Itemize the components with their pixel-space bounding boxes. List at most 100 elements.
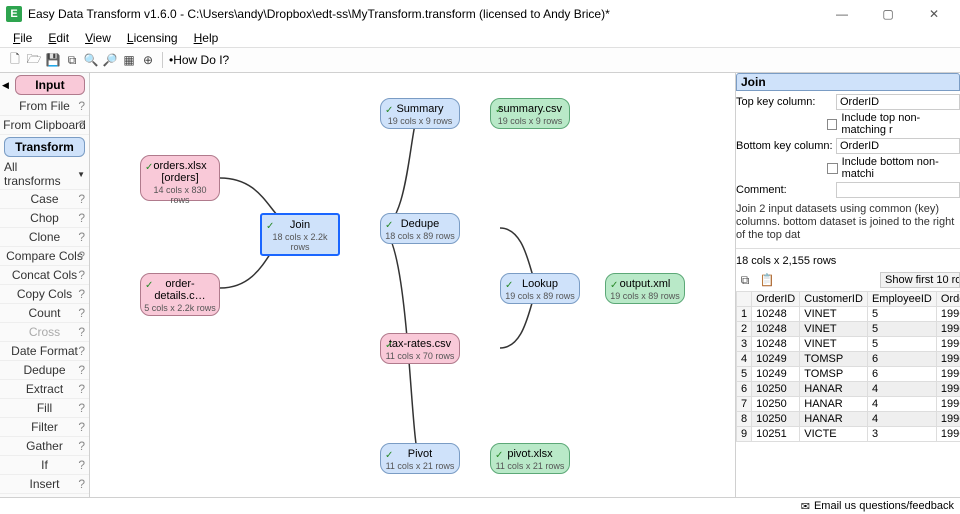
table-cell: 10248	[752, 307, 800, 322]
transform-clone[interactable]: Clone?	[0, 228, 89, 247]
show-first-button[interactable]: Show first 10 ro	[880, 272, 960, 288]
table-row[interactable]: 510249TOMSP61996-07-05	[737, 367, 960, 382]
envelope-icon[interactable]: ✉	[801, 500, 810, 513]
transform-insert[interactable]: Insert?	[0, 475, 89, 494]
comment-field[interactable]	[836, 182, 960, 198]
table-header[interactable]: OrderDate	[936, 292, 960, 307]
node-pivot-xlsx[interactable]: ✓ pivot.xlsx 11 cols x 21 rows	[490, 443, 570, 474]
transform-if[interactable]: If?	[0, 456, 89, 475]
table-cell: 8	[737, 412, 752, 427]
copy-table-icon[interactable]: ⧉	[736, 271, 754, 289]
node-tax-rates[interactable]: ✓ tax-rates.csv 11 cols x 70 rows	[380, 333, 460, 364]
transform-fill[interactable]: Fill?	[0, 399, 89, 418]
transform-dedupe[interactable]: Dedupe?	[0, 361, 89, 380]
menu-edit[interactable]: Edit	[41, 30, 76, 46]
table-cell: 1996-07-08	[936, 412, 960, 427]
node-summary[interactable]: ✓ Summary 19 cols x 9 rows	[380, 98, 460, 129]
paste-table-icon[interactable]: 📋	[758, 271, 776, 289]
check-icon: ✓	[385, 340, 393, 351]
table-header[interactable]: EmployeeID	[867, 292, 936, 307]
transform-filter-dropdown[interactable]: All transforms▼	[0, 159, 89, 190]
zoom-in-icon[interactable]: 🔍	[82, 51, 100, 69]
table-row[interactable]: 310248VINET51996-07-04	[737, 337, 960, 352]
table-cell: 10250	[752, 412, 800, 427]
transform-date-format[interactable]: Date Format?	[0, 342, 89, 361]
table-header[interactable]	[737, 292, 752, 307]
transform-category: Transform	[4, 137, 85, 157]
zoom-out-icon[interactable]: 🔎	[101, 51, 119, 69]
open-file-icon[interactable]: 🗁	[25, 51, 43, 69]
node-dedupe[interactable]: ✓ Dedupe 18 cols x 89 rows	[380, 213, 460, 244]
feedback-link[interactable]: Email us questions/feedback	[814, 500, 954, 512]
menu-file[interactable]: File	[6, 30, 39, 46]
table-row[interactable]: 410249TOMSP61996-07-05	[737, 352, 960, 367]
menu-view[interactable]: View	[78, 30, 118, 46]
preview-table: OrderIDCustomerIDEmployeeIDOrderDate 110…	[736, 291, 960, 442]
check-icon: ✓	[385, 220, 393, 231]
node-order-details[interactable]: ✓ order-details.c… 5 cols x 2.2k rows	[140, 273, 220, 316]
target-icon[interactable]: ⊕	[139, 51, 157, 69]
help-icon[interactable]: ?	[78, 99, 85, 113]
check-icon: ✓	[385, 450, 393, 461]
save-icon[interactable]: 💾	[44, 51, 62, 69]
chevron-down-icon: ▼	[77, 170, 85, 179]
minimize-button[interactable]: ―	[819, 0, 865, 28]
table-row[interactable]: 710250HANAR41996-07-08	[737, 397, 960, 412]
transform-extract[interactable]: Extract?	[0, 380, 89, 399]
transform-intersect[interactable]: Intersect?	[0, 494, 89, 497]
pipeline-canvas[interactable]: ✓ orders.xlsx [orders] 14 cols x 830 row…	[90, 73, 735, 497]
table-cell: 1996-07-08	[936, 382, 960, 397]
check-icon: ✓	[266, 221, 274, 232]
node-summary-csv[interactable]: ✓ summary.csv 19 cols x 9 rows	[490, 98, 570, 129]
transform-chop[interactable]: Chop?	[0, 209, 89, 228]
copy-icon[interactable]: ⧉	[63, 51, 81, 69]
bottom-key-field[interactable]: OrderID	[836, 138, 960, 154]
transform-gather[interactable]: Gather?	[0, 437, 89, 456]
table-row[interactable]: 110248VINET51996-07-04	[737, 307, 960, 322]
maximize-button[interactable]: ▢	[865, 0, 911, 28]
node-pivot[interactable]: ✓ Pivot 11 cols x 21 rows	[380, 443, 460, 474]
check-icon: ✓	[495, 450, 503, 461]
close-button[interactable]: ✕	[911, 0, 957, 28]
node-orders[interactable]: ✓ orders.xlsx [orders] 14 cols x 830 row…	[140, 155, 220, 201]
from-file-item[interactable]: From File?	[0, 97, 89, 116]
node-join[interactable]: ✓ Join 18 cols x 2.2k rows	[260, 213, 340, 256]
table-row[interactable]: 810250HANAR41996-07-08	[737, 412, 960, 427]
table-cell: 10250	[752, 382, 800, 397]
transform-compare-cols[interactable]: Compare Cols?	[0, 247, 89, 266]
inspector-panel: Join Top key column: OrderID Include top…	[735, 73, 960, 497]
table-cell: 7	[737, 397, 752, 412]
help-icon[interactable]: ?	[78, 118, 85, 132]
node-lookup[interactable]: ✓ Lookup 19 cols x 89 rows	[500, 273, 580, 304]
transform-count[interactable]: Count?	[0, 304, 89, 323]
transform-cross[interactable]: Cross?	[0, 323, 89, 342]
bottom-non-matching-checkbox[interactable]	[827, 163, 837, 174]
transform-filter[interactable]: Filter?	[0, 418, 89, 437]
new-file-icon[interactable]: 🗋	[6, 51, 24, 69]
table-row[interactable]: 210248VINET51996-07-04	[737, 322, 960, 337]
transform-copy-cols[interactable]: Copy Cols?	[0, 285, 89, 304]
how-do-i-link[interactable]: •How Do I?	[162, 52, 235, 68]
check-icon: ✓	[145, 162, 153, 173]
table-row[interactable]: 610250HANAR41996-07-08	[737, 382, 960, 397]
top-non-matching-checkbox[interactable]	[827, 119, 837, 130]
top-key-field[interactable]: OrderID	[836, 94, 960, 110]
window-title: Easy Data Transform v1.6.0 - C:\Users\an…	[28, 7, 819, 21]
table-cell: VICTE	[800, 427, 868, 442]
collapse-left-icon[interactable]: ◀	[0, 78, 11, 93]
table-header[interactable]: CustomerID	[800, 292, 868, 307]
from-clipboard-item[interactable]: From Clipboard?	[0, 116, 89, 135]
check-icon: ✓	[495, 105, 503, 116]
grid-icon[interactable]: ▦	[120, 51, 138, 69]
transform-concat-cols[interactable]: Concat Cols?	[0, 266, 89, 285]
table-cell: 1996-07-04	[936, 307, 960, 322]
table-header[interactable]: OrderID	[752, 292, 800, 307]
menu-help[interactable]: Help	[187, 30, 226, 46]
table-cell: 4	[867, 382, 936, 397]
transform-case[interactable]: Case?	[0, 190, 89, 209]
node-output-xml[interactable]: ✓ output.xml 19 cols x 89 rows	[605, 273, 685, 304]
table-cell: TOMSP	[800, 367, 868, 382]
table-row[interactable]: 910251VICTE31996-07-08	[737, 427, 960, 442]
menu-licensing[interactable]: Licensing	[120, 30, 185, 46]
table-cell: VINET	[800, 322, 868, 337]
